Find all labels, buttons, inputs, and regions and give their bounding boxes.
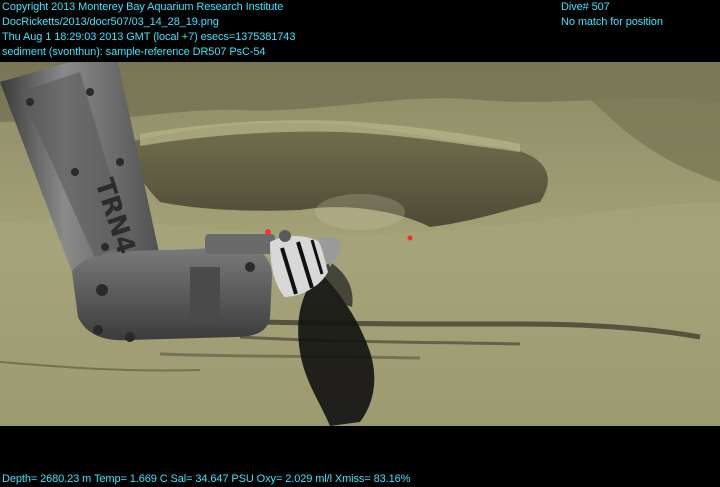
seafloor-image: TRN4 xyxy=(0,62,720,426)
timestamp-line: Thu Aug 1 18:29:03 2013 GMT (local +7) e… xyxy=(2,31,296,43)
position-status: No match for position xyxy=(561,16,663,28)
annotation-line: sediment (svonthun): sample-reference DR… xyxy=(2,46,266,58)
copyright-line: Copyright 2013 Monterey Bay Aquarium Res… xyxy=(2,1,284,13)
telemetry-readout: Depth= 2680.23 m Temp= 1.669 C Sal= 34.6… xyxy=(2,473,411,485)
laser-dot xyxy=(407,235,413,241)
filename-line: DocRicketts/2013/docr507/03_14_28_19.png xyxy=(2,16,219,28)
dive-number: Dive# 507 xyxy=(561,1,610,13)
